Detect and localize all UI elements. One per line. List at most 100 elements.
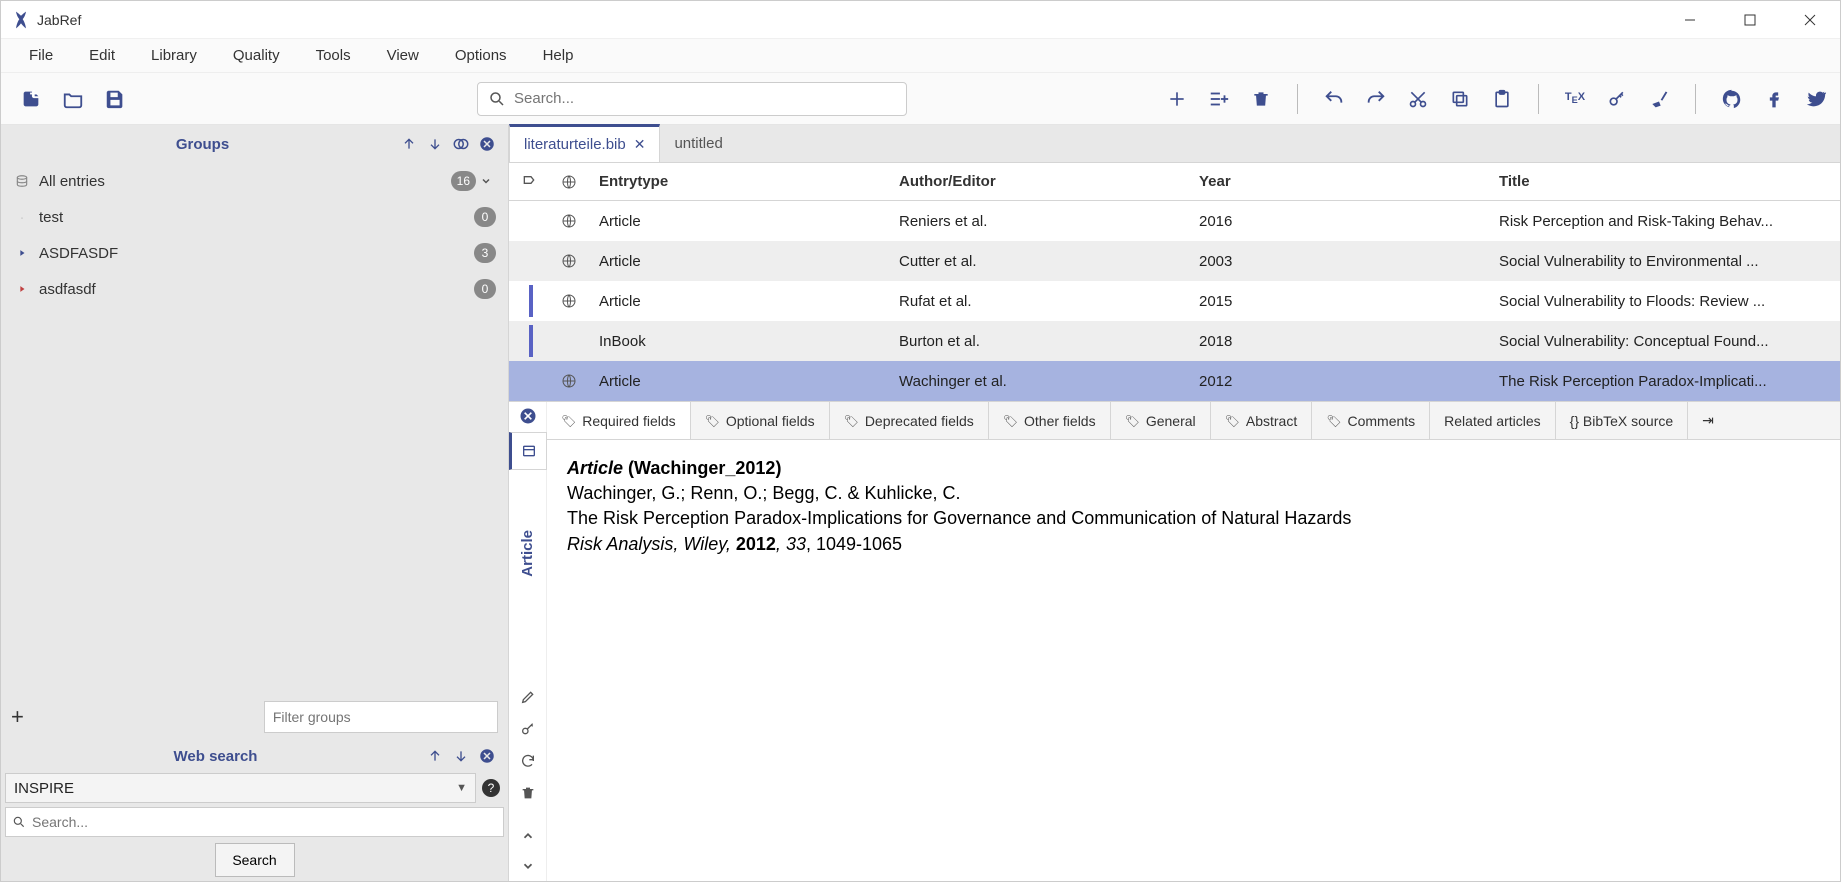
key-icon[interactable] xyxy=(520,721,536,737)
etab-deprecated[interactable]: 🏷Deprecated fields xyxy=(830,402,989,439)
web-search-box[interactable] xyxy=(5,807,504,837)
divider xyxy=(1695,84,1696,114)
menu-options[interactable]: Options xyxy=(437,41,525,70)
tag-icon: 🏷 xyxy=(844,414,859,428)
col-author[interactable]: Author/Editor xyxy=(889,173,1189,190)
group-item[interactable]: ASDFASDF 3 xyxy=(1,235,508,271)
chevron-down-icon[interactable] xyxy=(480,175,496,187)
menu-library[interactable]: Library xyxy=(133,41,215,70)
group-all-entries[interactable]: All entries 16 xyxy=(1,163,508,199)
menu-help[interactable]: Help xyxy=(525,41,592,70)
open-library-icon[interactable] xyxy=(61,87,85,111)
help-icon[interactable]: ? xyxy=(482,779,500,797)
copy-icon[interactable] xyxy=(1448,87,1472,111)
editor-type-tab-icon[interactable] xyxy=(509,432,547,470)
group-up-icon[interactable] xyxy=(398,133,420,155)
table-row[interactable]: ArticleCutter et al.2003Social Vulnerabi… xyxy=(509,241,1840,281)
titlebar: JabRef xyxy=(1,1,1840,39)
filter-groups-input[interactable] xyxy=(264,701,498,733)
table-row[interactable]: ArticleReniers et al.2016Risk Perception… xyxy=(509,201,1840,241)
chevron-right-icon: · xyxy=(13,209,31,226)
tab-label: literaturteile.bib xyxy=(524,136,626,153)
minimize-button[interactable] xyxy=(1660,1,1720,38)
edit-icon[interactable] xyxy=(520,689,536,705)
group-item[interactable]: · test 0 xyxy=(1,199,508,235)
twitter-icon[interactable] xyxy=(1804,87,1828,111)
tab-literaturteile[interactable]: literaturteile.bib ✕ xyxy=(509,124,660,162)
trash-icon[interactable] xyxy=(520,785,536,801)
table-row[interactable]: ArticleRufat et al.2015Social Vulnerabil… xyxy=(509,281,1840,321)
delete-entry-icon[interactable] xyxy=(1249,87,1273,111)
save-icon[interactable] xyxy=(103,87,127,111)
etab-other[interactable]: 🏷Other fields xyxy=(989,402,1111,439)
paste-icon[interactable] xyxy=(1490,87,1514,111)
group-item[interactable]: asdfasdf 0 xyxy=(1,271,508,307)
group-count: 16 xyxy=(451,171,476,191)
web-up-icon[interactable] xyxy=(424,745,446,767)
tab-close-icon[interactable]: ✕ xyxy=(634,136,646,153)
new-entry-list-icon[interactable] xyxy=(1207,87,1231,111)
table-body: ArticleReniers et al.2016Risk Perception… xyxy=(509,201,1840,401)
new-entry-icon[interactable] xyxy=(1165,87,1189,111)
search-input[interactable] xyxy=(514,90,896,107)
etab-comments[interactable]: 🏷Comments xyxy=(1312,402,1430,439)
col-title[interactable]: Title xyxy=(1489,173,1840,190)
web-close-icon[interactable] xyxy=(476,745,498,767)
col-entrytype[interactable]: Entrytype xyxy=(589,173,889,190)
entry-authors: Wachinger, G.; Renn, O.; Begg, C. & Kuhl… xyxy=(567,481,1820,506)
table-row[interactable]: InBookBurton et al.2018Social Vulnerabil… xyxy=(509,321,1840,361)
search-box[interactable] xyxy=(477,82,907,116)
tag-icon: 🏷 xyxy=(1326,414,1341,428)
etab-optional[interactable]: 🏷Optional fields xyxy=(691,402,830,439)
generate-key-icon[interactable] xyxy=(1605,87,1629,111)
group-name: All entries xyxy=(39,173,451,190)
group-intersection-icon[interactable] xyxy=(450,133,472,155)
cut-icon[interactable] xyxy=(1406,87,1430,111)
undo-icon[interactable] xyxy=(1322,87,1346,111)
next-entry-icon[interactable] xyxy=(521,859,535,873)
prev-entry-icon[interactable] xyxy=(521,829,535,843)
chevron-right-icon[interactable] xyxy=(13,248,31,258)
web-source-value: INSPIRE xyxy=(14,780,74,797)
menu-quality[interactable]: Quality xyxy=(215,41,298,70)
menu-file[interactable]: File xyxy=(11,41,71,70)
new-library-icon[interactable] xyxy=(19,87,43,111)
close-button[interactable] xyxy=(1780,1,1840,38)
editor-close-icon[interactable] xyxy=(518,406,538,426)
library-tabs: literaturteile.bib ✕ untitled xyxy=(509,125,1840,163)
etab-more[interactable]: ⇥ xyxy=(1688,402,1728,439)
etab-related[interactable]: Related articles xyxy=(1430,402,1556,439)
database-icon xyxy=(13,174,31,188)
add-group-icon[interactable]: + xyxy=(11,704,24,730)
web-down-icon[interactable] xyxy=(450,745,472,767)
etab-abstract[interactable]: 🏷Abstract xyxy=(1211,402,1313,439)
etab-required[interactable]: 🏷Required fields xyxy=(547,402,691,439)
etab-bibtex[interactable]: {} BibTeX source xyxy=(1556,402,1689,439)
group-count: 0 xyxy=(474,207,496,227)
editor-type-label: Article xyxy=(519,530,536,577)
redo-icon[interactable] xyxy=(1364,87,1388,111)
chevron-right-icon[interactable] xyxy=(13,284,31,294)
maximize-button[interactable] xyxy=(1720,1,1780,38)
group-close-icon[interactable] xyxy=(476,133,498,155)
divider xyxy=(1297,84,1298,114)
table-row[interactable]: ArticleWachinger et al.2012The Risk Perc… xyxy=(509,361,1840,401)
menu-view[interactable]: View xyxy=(369,41,437,70)
etab-general[interactable]: 🏷General xyxy=(1111,402,1211,439)
menu-tools[interactable]: Tools xyxy=(298,41,369,70)
tab-untitled[interactable]: untitled xyxy=(660,124,736,162)
col-year[interactable]: Year xyxy=(1189,173,1489,190)
facebook-icon[interactable] xyxy=(1762,87,1786,111)
web-search-input[interactable] xyxy=(32,814,497,830)
push-to-tex-icon[interactable]: TEX xyxy=(1563,87,1587,111)
entry-journal: Risk Analysis, Wiley, xyxy=(567,534,736,554)
cleanup-icon[interactable] xyxy=(1647,87,1671,111)
menu-edit[interactable]: Edit xyxy=(71,41,133,70)
group-down-icon[interactable] xyxy=(424,133,446,155)
col-globe-icon[interactable] xyxy=(549,174,589,190)
web-source-select[interactable]: INSPIRE ▼ xyxy=(5,773,476,803)
col-marker-icon[interactable] xyxy=(509,174,549,190)
web-search-button[interactable]: Search xyxy=(215,843,295,877)
refresh-icon[interactable] xyxy=(520,753,536,769)
github-icon[interactable] xyxy=(1720,87,1744,111)
